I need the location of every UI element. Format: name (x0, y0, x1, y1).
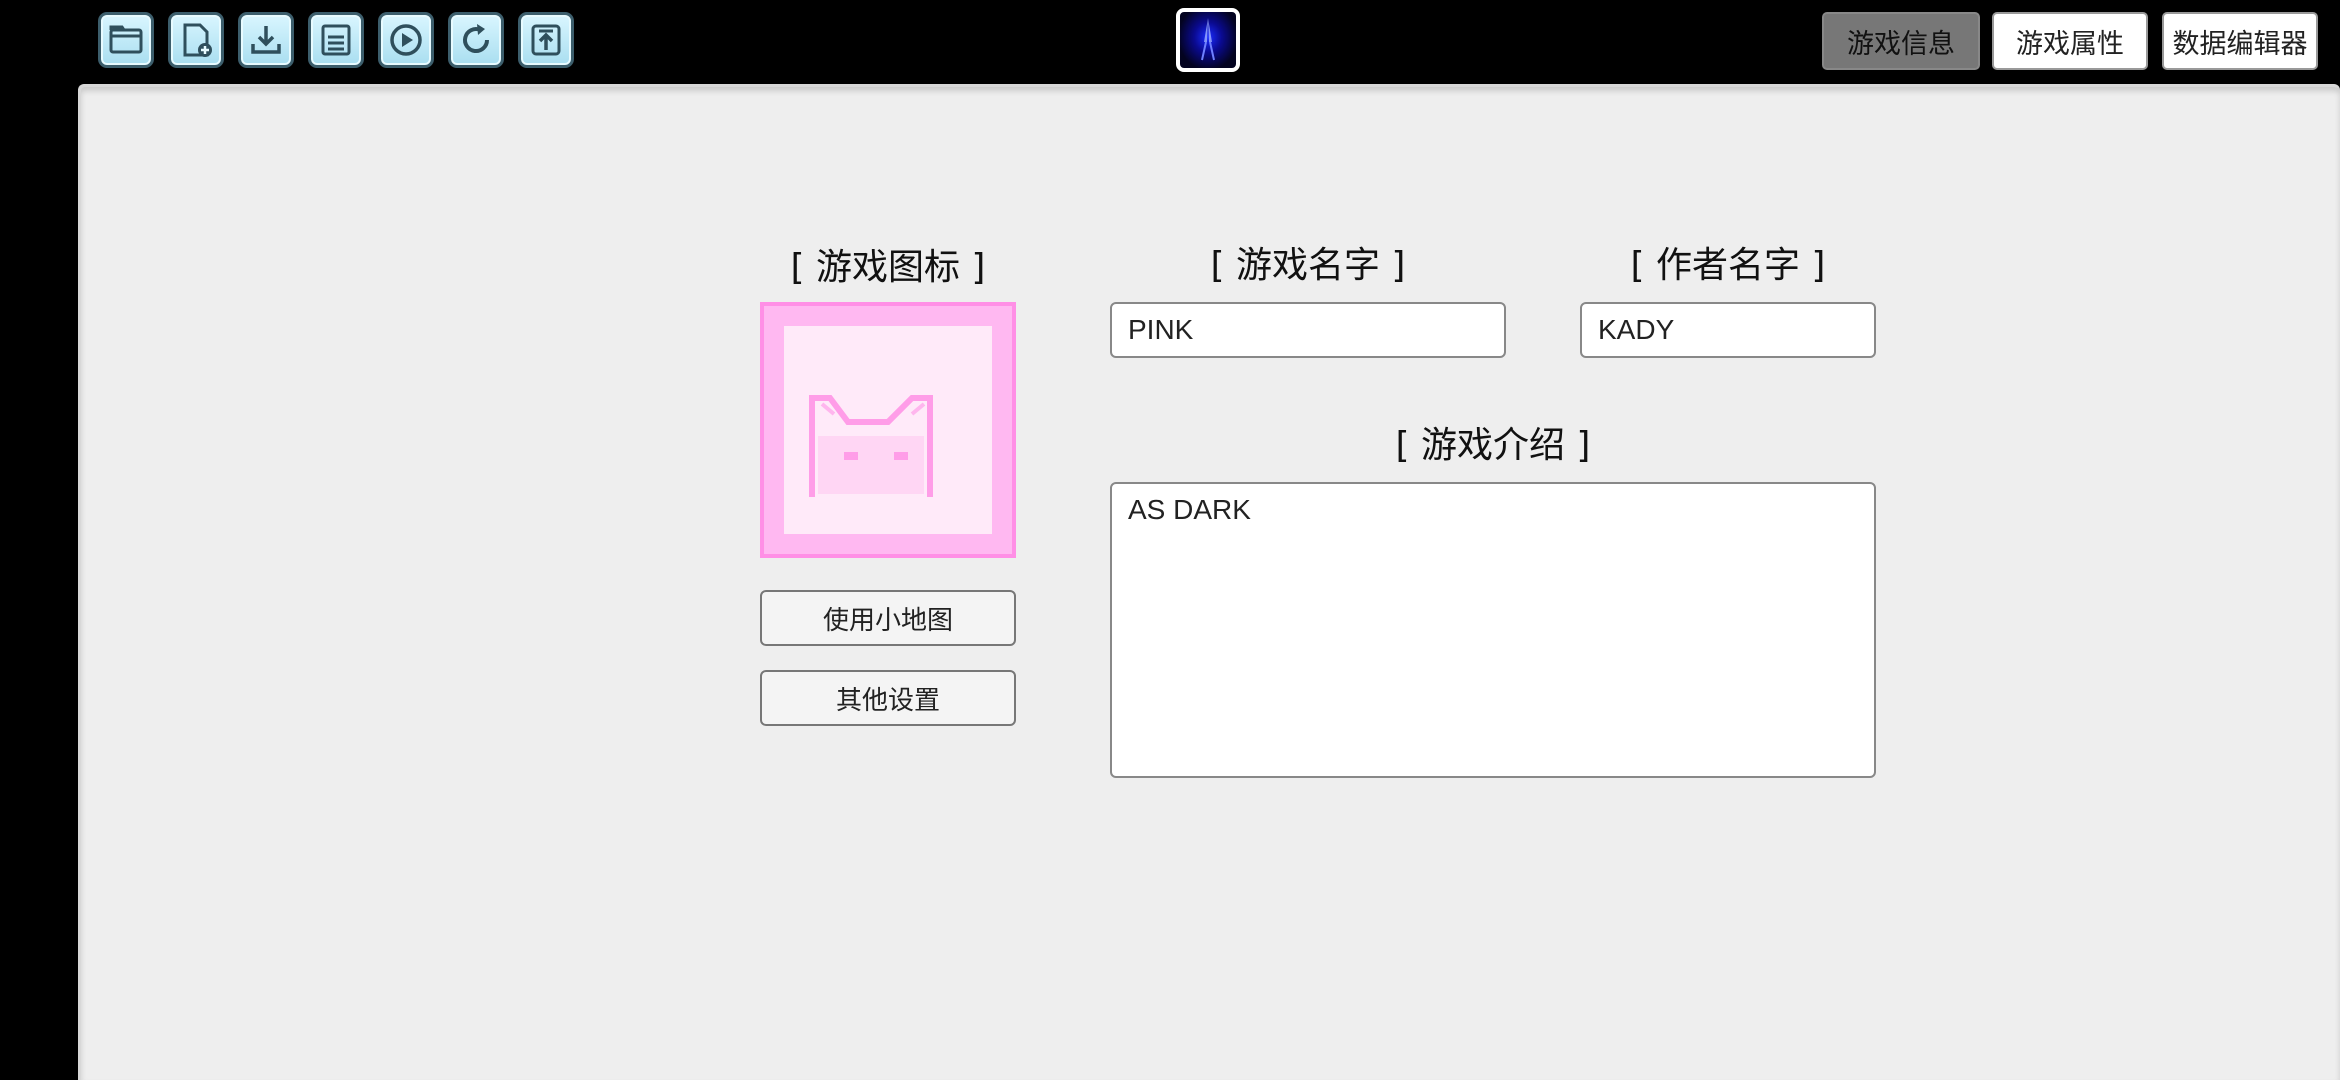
game-name-input[interactable]: PINK (1110, 302, 1506, 358)
preview-image-icon (1201, 18, 1215, 61)
game-name-label: [ 游戏名字 ] (1210, 245, 1406, 286)
game-icon-canvas (784, 326, 992, 534)
save-button[interactable] (308, 12, 364, 68)
download-icon (251, 26, 281, 54)
tab-game-info[interactable]: 游戏信息 (1822, 12, 1980, 70)
game-intro-textarea[interactable]: AS DARK (1110, 482, 1876, 778)
use-minimap-button[interactable]: 使用小地图 (760, 590, 1016, 646)
game-icon-preview[interactable] (760, 302, 1016, 558)
author-name-label: [ 作者名字 ] (1630, 245, 1826, 286)
download-button[interactable] (238, 12, 294, 68)
upload-icon (531, 24, 561, 56)
other-settings-button[interactable]: 其他设置 (760, 670, 1016, 726)
game-icon-label: [ 游戏图标 ] (790, 247, 986, 288)
new-file-button[interactable] (168, 12, 224, 68)
play-button[interactable] (378, 12, 434, 68)
tab-data-editor[interactable]: 数据编辑器 (2162, 12, 2318, 70)
author-name-input[interactable]: KADY (1580, 302, 1876, 358)
open-folder-icon (109, 25, 143, 54)
game-intro-label: [ 游戏介绍 ] (1395, 425, 1591, 466)
cat-icon (809, 395, 933, 497)
save-icon (321, 24, 351, 56)
refresh-icon (463, 24, 490, 53)
new-file-icon (183, 23, 212, 57)
open-folder-button[interactable] (98, 12, 154, 68)
game-preview-thumbnail[interactable] (1176, 8, 1240, 72)
upload-button[interactable] (518, 12, 574, 68)
top-toolbar: 游戏信息 游戏属性 数据编辑器 (0, 0, 2340, 80)
refresh-button[interactable] (448, 12, 504, 68)
play-icon (390, 24, 422, 56)
tab-game-properties[interactable]: 游戏属性 (1992, 12, 2148, 70)
